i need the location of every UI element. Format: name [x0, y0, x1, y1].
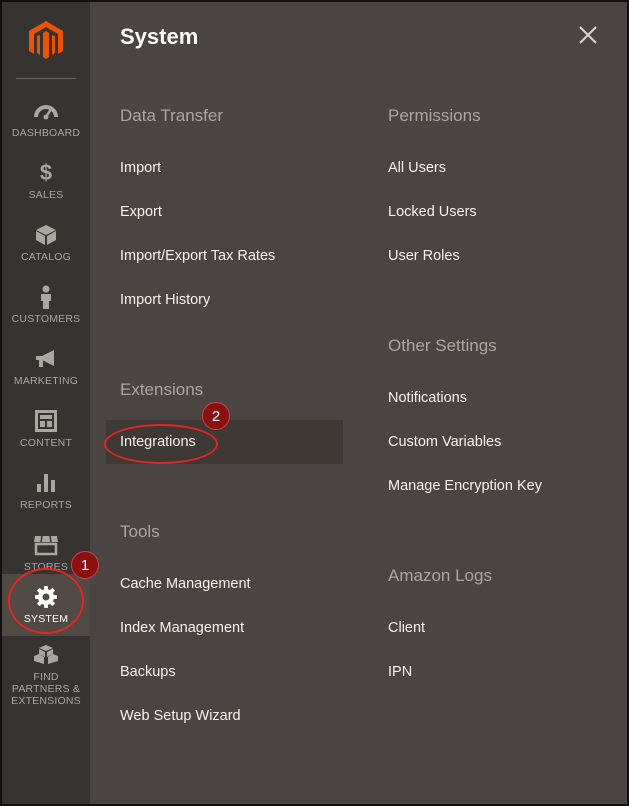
sidebar-item-dashboard[interactable]: DASHBOARD [2, 88, 90, 150]
close-button[interactable] [576, 23, 600, 47]
system-menu-panel: System Data Transfer Import Export Impor… [90, 2, 627, 804]
menu-link-export[interactable]: Export [120, 204, 162, 220]
menu-link-import-history[interactable]: Import History [120, 292, 210, 308]
menu-link-index-management[interactable]: Index Management [120, 620, 244, 636]
menu-link-all-users[interactable]: All Users [388, 160, 446, 176]
person-icon [33, 285, 59, 309]
cubes-icon [33, 643, 59, 667]
menu-link-ipn[interactable]: IPN [388, 664, 412, 680]
sidebar-item-label: SALES [28, 189, 64, 201]
megaphone-icon [33, 347, 59, 371]
menu-link-cache-management[interactable]: Cache Management [120, 576, 251, 592]
dollar-icon: $ [39, 160, 53, 185]
menu-link-manage-encryption-key[interactable]: Manage Encryption Key [388, 478, 542, 494]
sidebar-item-label: FIND PARTNERS & EXTENSIONS [11, 671, 81, 707]
logo-divider [16, 78, 76, 79]
menu-link-import-export-tax-rates[interactable]: Import/Export Tax Rates [120, 248, 275, 264]
menu-link-custom-variables[interactable]: Custom Variables [388, 434, 501, 450]
menu-link-import[interactable]: Import [120, 160, 161, 176]
box-icon [33, 223, 59, 247]
sidebar-item-label: MARKETING [13, 375, 79, 387]
sidebar-item-marketing[interactable]: MARKETING [2, 336, 90, 398]
group-title-permissions: Permissions [388, 106, 481, 125]
sidebar-item-label: CATALOG [20, 251, 72, 263]
sidebar-item-find-partners[interactable]: FIND PARTNERS & EXTENSIONS [2, 642, 90, 708]
close-icon [579, 26, 597, 44]
menu-link-notifications[interactable]: Notifications [388, 390, 467, 406]
menu-link-web-setup-wizard[interactable]: Web Setup Wizard [120, 708, 241, 724]
annotation-badge-step-2: 2 [202, 402, 230, 430]
annotation-ring-system [8, 568, 84, 634]
group-title-amazon-logs: Amazon Logs [388, 566, 492, 585]
sidebar-item-label: CUSTOMERS [11, 313, 81, 325]
sidebar-item-catalog[interactable]: CATALOG [2, 212, 90, 274]
menu-link-client[interactable]: Client [388, 620, 425, 636]
sidebar-item-label: CONTENT [19, 437, 73, 449]
layout-icon [33, 409, 59, 433]
storefront-icon [33, 533, 59, 557]
menu-link-backups[interactable]: Backups [120, 664, 176, 680]
group-title-other-settings: Other Settings [388, 336, 497, 355]
group-title-data-transfer: Data Transfer [120, 106, 223, 125]
bar-chart-icon [33, 471, 59, 495]
sidebar-item-label: REPORTS [20, 499, 72, 511]
magento-logo-icon [29, 21, 63, 59]
sidebar-item-customers[interactable]: CUSTOMERS [2, 274, 90, 336]
menu-link-locked-users[interactable]: Locked Users [388, 204, 477, 220]
panel-title: System [120, 24, 199, 49]
dashboard-gauge-icon [33, 99, 59, 123]
magento-logo[interactable] [2, 2, 90, 78]
sidebar-item-sales[interactable]: $ SALES [2, 150, 90, 212]
sidebar-item-label: DASHBOARD [11, 127, 81, 139]
admin-sidebar: DASHBOARD $ SALES CATALOG CUSTOMERS MARK… [2, 2, 90, 804]
group-title-tools: Tools [120, 522, 160, 541]
group-title-extensions: Extensions [120, 380, 204, 399]
sidebar-item-reports[interactable]: REPORTS [2, 460, 90, 522]
annotation-ring-integrations [104, 424, 218, 464]
menu-link-user-roles[interactable]: User Roles [388, 248, 460, 264]
sidebar-item-content[interactable]: CONTENT [2, 398, 90, 460]
annotation-badge-step-1: 1 [71, 551, 99, 579]
